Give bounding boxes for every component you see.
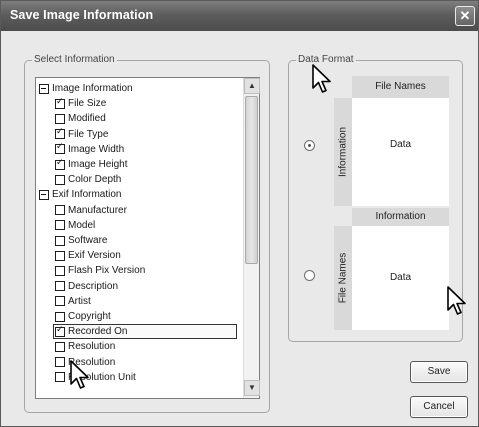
preview-data-cell: Data: [352, 226, 449, 330]
item-checkbox[interactable]: [55, 357, 65, 368]
list-item[interactable]: Image Information: [39, 81, 133, 96]
preview-header-information: Information: [352, 208, 449, 226]
scroll-down-arrow-icon[interactable]: ▼: [244, 380, 260, 396]
arrow-cursor-icon: [447, 286, 466, 315]
list-item[interactable]: Model: [55, 218, 95, 233]
arrow-cursor-icon: [70, 360, 89, 389]
list-item-label: Model: [68, 219, 96, 231]
list-item-label: Exif Information: [52, 189, 122, 201]
list-item[interactable]: Recorded On: [53, 324, 237, 340]
list-item[interactable]: Artist: [55, 294, 91, 309]
list-item-label: Recorded On: [68, 326, 128, 338]
item-checkbox[interactable]: [55, 250, 65, 261]
list-item-label: Color Depth: [68, 174, 122, 186]
list-item[interactable]: Software: [55, 233, 107, 248]
item-checkbox[interactable]: [55, 97, 65, 109]
list-item-label: Manufacturer: [68, 204, 127, 216]
list-item[interactable]: Manufacturer: [55, 203, 127, 218]
item-checkbox[interactable]: [55, 281, 65, 292]
format-preview-filenames-header[interactable]: File Names Information Data: [334, 76, 449, 206]
item-checkbox[interactable]: [55, 325, 65, 337]
list-item[interactable]: Description: [55, 279, 118, 294]
information-list[interactable]: Image Information File Size Modified File T…: [35, 77, 260, 399]
item-checkbox[interactable]: [55, 235, 65, 246]
list-item-label: Exif Version: [68, 250, 121, 262]
list-item[interactable]: File Type: [55, 127, 108, 142]
save-button[interactable]: Save: [410, 361, 468, 383]
item-checkbox[interactable]: [55, 127, 65, 140]
list-item-label: Description: [68, 280, 119, 292]
list-item[interactable]: Modified: [55, 111, 106, 126]
select-information-label: Select Information: [32, 54, 117, 65]
save-image-information-dialog: Save Image Information ✕ Select Informat…: [0, 0, 479, 427]
cancel-button[interactable]: Cancel: [410, 396, 468, 418]
list-item-label: Artist: [68, 295, 91, 307]
collapse-toggle[interactable]: [39, 83, 49, 94]
list-item-label: Image Height: [68, 159, 128, 170]
item-checkbox[interactable]: [55, 296, 65, 307]
item-checkbox[interactable]: [55, 311, 65, 322]
list-item-label: Flash Pix Version: [68, 265, 146, 277]
list-item-label: Modified: [68, 113, 106, 125]
item-checkbox[interactable]: [55, 142, 65, 155]
list-item-label: Image Width: [68, 143, 125, 155]
list-item[interactable]: File Size: [55, 96, 106, 111]
list-item[interactable]: Resolution: [55, 339, 115, 354]
item-checkbox[interactable]: [55, 341, 65, 352]
list-item[interactable]: Copyright: [55, 309, 111, 324]
list-item[interactable]: Flash Pix Version: [55, 263, 145, 278]
list-item[interactable]: Exif Information: [39, 187, 121, 202]
preview-header-file-names: File Names: [352, 76, 449, 98]
scrollbar-thumb[interactable]: [245, 96, 258, 264]
list-item-label: Resolution: [68, 341, 116, 353]
list-item-label: Image Information: [52, 83, 133, 94]
item-checkbox[interactable]: [55, 220, 65, 231]
list-item[interactable]: Color Depth: [55, 172, 121, 187]
item-checkbox[interactable]: [55, 113, 65, 124]
item-checkbox[interactable]: [55, 174, 65, 185]
item-checkbox[interactable]: [55, 158, 65, 170]
preview-side-information: Information: [334, 98, 352, 206]
list-item[interactable]: Exif Version: [55, 248, 121, 263]
preview-side-file-names: File Names: [334, 226, 352, 330]
close-icon: ✕: [459, 8, 471, 23]
window-title: Save Image Information: [10, 8, 154, 22]
radio-format-information-header[interactable]: [304, 270, 315, 281]
list-item[interactable]: Resolution Unit: [55, 370, 136, 385]
list-item[interactable]: Image Height: [55, 157, 127, 172]
preview-data-cell: Data: [352, 98, 449, 206]
close-button[interactable]: ✕: [455, 6, 475, 26]
title-bar[interactable]: Save Image Information ✕: [1, 1, 478, 31]
list-item[interactable]: Image Width: [55, 142, 124, 157]
list-item-label: File Type: [68, 128, 109, 140]
list-vertical-scrollbar[interactable]: ▲ ▼: [243, 78, 260, 398]
list-item-label: Software: [68, 235, 108, 246]
list-item-label: Copyright: [68, 311, 111, 322]
item-checkbox[interactable]: [55, 372, 65, 383]
collapse-toggle[interactable]: [39, 189, 49, 200]
format-preview-information-header[interactable]: Information File Names Data: [334, 208, 449, 330]
radio-format-filenames-header[interactable]: [304, 140, 315, 151]
item-checkbox[interactable]: [55, 205, 65, 216]
arrow-cursor-icon: [312, 64, 331, 93]
item-checkbox[interactable]: [55, 265, 65, 276]
scroll-up-arrow-icon[interactable]: ▲: [244, 78, 260, 94]
list-item-label: File Size: [68, 98, 107, 110]
